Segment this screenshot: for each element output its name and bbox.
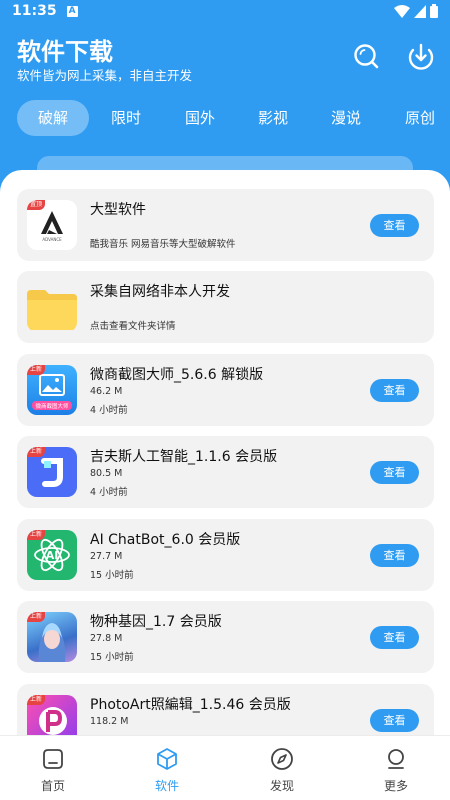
nav-more-label: 更多 <box>383 779 408 793</box>
app-icon-weishang: 微商截图大师 上新 <box>27 365 77 415</box>
app-icon-ai-label: AI <box>46 549 59 562</box>
view-button[interactable]: 查看 <box>370 461 419 484</box>
new-tag: 上新 <box>27 365 45 375</box>
new-tag: 上新 <box>27 612 45 622</box>
nav-software-label: 软件 <box>154 779 179 793</box>
nav-home[interactable]: 首页 <box>13 736 93 800</box>
search-button[interactable] <box>350 40 382 72</box>
list-item-species-gene[interactable]: 上新 物种基因_1.7 会员版 27.8 M 15 小时前 查看 <box>17 601 434 673</box>
list-item-photoart[interactable]: 上新 PhotoArt照編辑_1.5.46 会员版 118.2 M 查看 <box>17 684 434 735</box>
app-icon-large-software: ADVANCE 置顶 <box>27 200 77 250</box>
app-icon-ai-chatbot: AI 上新 <box>27 530 77 580</box>
list-item-weishang[interactable]: 微商截图大师 上新 微商截图大师_5.6.6 解锁版 46.2 M 4 小时前 … <box>17 354 434 426</box>
item-description: 酷我音乐 网易音乐等大型破解软件 <box>90 239 236 250</box>
new-tag: 上新 <box>27 530 45 540</box>
nav-discover-label: 发现 <box>269 779 294 793</box>
list-item-jeeves-ai[interactable]: 上新 吉夫斯人工智能_1.1.6 会员版 80.5 M 4 小时前 查看 <box>17 436 434 508</box>
app-icon-species-gene: 上新 <box>27 612 77 662</box>
view-button[interactable]: 查看 <box>370 544 419 567</box>
item-time: 4 小时前 <box>90 487 128 498</box>
nav-discover[interactable]: 发现 <box>242 736 322 800</box>
list-item-ai-chatbot[interactable]: AI 上新 AI ChatBot_6.0 会员版 27.7 M 15 小时前 查… <box>17 519 434 591</box>
app-icon-photoart: 上新 <box>27 695 77 735</box>
tab-foreign[interactable]: 国外 <box>170 100 230 136</box>
download-icon <box>408 43 434 70</box>
item-size: 27.8 M <box>90 633 123 644</box>
cellular-icon <box>414 4 426 18</box>
tab-comic[interactable]: 漫说 <box>316 100 376 136</box>
page-subtitle: 软件皆为网上采集，非自主开发 <box>17 68 193 83</box>
home-icon <box>43 749 63 769</box>
item-time: 4 小时前 <box>90 405 128 416</box>
list-item-large-software[interactable]: ADVANCE 置顶 大型软件 酷我音乐 网易音乐等大型破解软件 查看 <box>17 189 434 261</box>
view-button[interactable]: 查看 <box>370 214 419 237</box>
tab-crack[interactable]: 破解 <box>17 100 89 136</box>
page-title: 软件下载 <box>17 38 113 66</box>
tab-video[interactable]: 影视 <box>243 100 303 136</box>
view-button[interactable]: 查看 <box>370 709 419 732</box>
new-tag: 上新 <box>27 695 45 705</box>
list-item-folder[interactable]: 采集自网络非本人开发 点击查看文件夹详情 <box>17 271 434 343</box>
status-bar: 11:35 A <box>0 0 450 22</box>
item-time: 15 小时前 <box>90 570 134 581</box>
item-title: 吉夫斯人工智能_1.1.6 会员版 <box>90 449 278 465</box>
nav-home-label: 首页 <box>40 779 65 793</box>
advance-logo-text: ADVANCE <box>42 237 62 242</box>
notification-icon: A <box>66 5 78 17</box>
item-size: 46.2 M <box>90 386 123 397</box>
bottom-navigation: 首页 软件 发现 更多 <box>0 735 450 800</box>
status-time: 11:35 <box>12 3 57 19</box>
item-title: 采集自网络非本人开发 <box>90 284 230 300</box>
item-size: 27.7 M <box>90 551 123 562</box>
item-time: 15 小时前 <box>90 652 134 663</box>
folder-icon <box>27 282 77 332</box>
view-button[interactable]: 查看 <box>370 379 419 402</box>
item-title: PhotoArt照編辑_1.5.46 会员版 <box>90 697 291 713</box>
nav-more[interactable]: 更多 <box>356 736 436 800</box>
item-title: 微商截图大师_5.6.6 解锁版 <box>90 367 264 383</box>
item-title: AI ChatBot_6.0 会员版 <box>90 532 241 548</box>
software-list-panel: ADVANCE 置顶 大型软件 酷我音乐 网易音乐等大型破解软件 查看 采集自网… <box>0 170 450 735</box>
item-description: 点击查看文件夹详情 <box>90 321 176 332</box>
battery-icon <box>430 4 438 18</box>
app-icon-weishang-label: 微商截图大师 <box>35 402 69 410</box>
app-icon-jeeves: 上新 <box>27 447 77 497</box>
tab-original[interactable]: 原创 <box>390 100 450 136</box>
search-icon <box>354 44 379 69</box>
item-size: 118.2 M <box>90 716 129 727</box>
item-size: 80.5 M <box>90 468 123 479</box>
user-icon <box>388 749 404 769</box>
item-title: 大型软件 <box>90 202 146 218</box>
wifi-icon <box>394 4 410 18</box>
tab-limited[interactable]: 限时 <box>96 100 156 136</box>
pinned-tag: 置顶 <box>27 200 45 210</box>
download-button[interactable] <box>405 40 437 72</box>
nav-software[interactable]: 软件 <box>127 736 207 800</box>
category-tabs: 破解 限时 国外 影视 漫说 原创 <box>0 100 450 136</box>
compass-icon <box>271 748 293 770</box>
item-title: 物种基因_1.7 会员版 <box>90 614 222 630</box>
new-tag: 上新 <box>27 447 45 457</box>
box-icon <box>157 748 177 770</box>
status-indicators <box>394 4 438 18</box>
view-button[interactable]: 查看 <box>370 626 419 649</box>
